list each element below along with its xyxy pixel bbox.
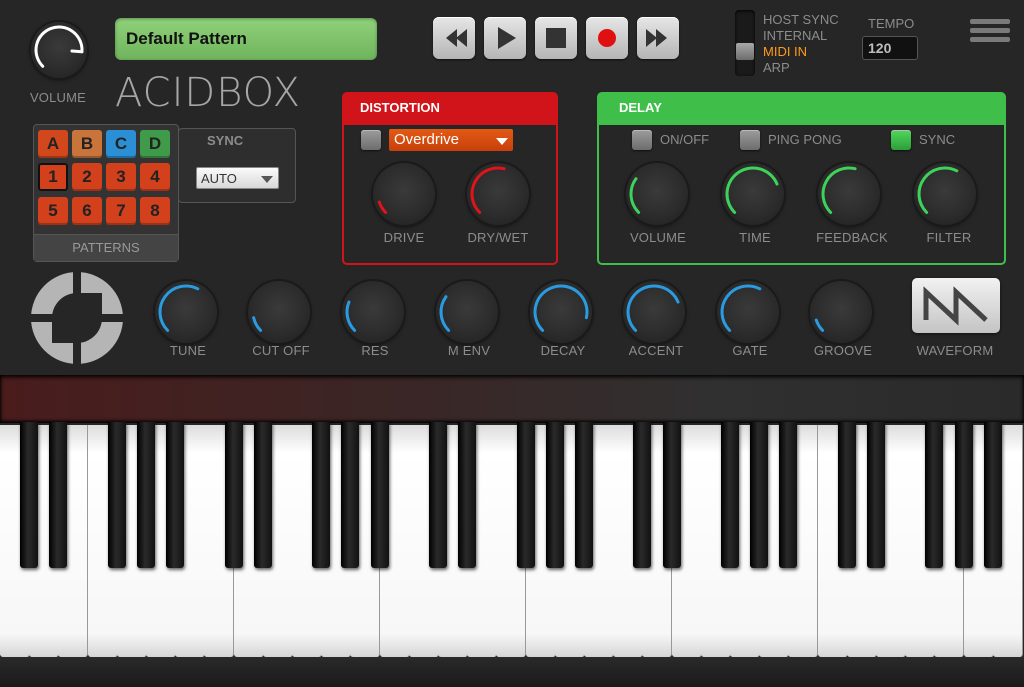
piano-black-key[interactable]	[370, 422, 389, 568]
piano-black-key[interactable]	[633, 422, 652, 568]
piano-black-key[interactable]	[925, 422, 944, 568]
piano-black-key[interactable]	[779, 422, 798, 568]
piano-black-key[interactable]	[312, 422, 331, 568]
piano-black-key[interactable]	[954, 422, 973, 568]
piano-black-key[interactable]	[49, 422, 68, 568]
piano-black-key[interactable]	[516, 422, 535, 568]
piano-black-key[interactable]	[429, 422, 447, 568]
piano-black-key[interactable]	[20, 422, 39, 568]
keyboard-bottom-bar	[0, 657, 1024, 687]
piano-black-key[interactable]	[253, 422, 272, 568]
piano-black-key[interactable]	[166, 422, 185, 568]
piano-black-key[interactable]	[545, 422, 564, 568]
piano-black-key[interactable]	[107, 422, 126, 568]
piano-black-key[interactable]	[750, 422, 769, 568]
piano-black-key[interactable]	[341, 422, 360, 568]
piano-black-key[interactable]	[224, 422, 243, 568]
piano-black-key[interactable]	[721, 422, 739, 568]
piano-keyboard	[0, 0, 1024, 687]
piano-black-key[interactable]	[458, 422, 477, 568]
piano-black-key[interactable]	[575, 422, 593, 568]
piano-black-key[interactable]	[662, 422, 681, 568]
piano-black-key[interactable]	[837, 422, 856, 568]
piano-black-key[interactable]	[137, 422, 155, 568]
piano-black-key[interactable]	[867, 422, 885, 568]
piano-black-key[interactable]	[983, 422, 1002, 568]
